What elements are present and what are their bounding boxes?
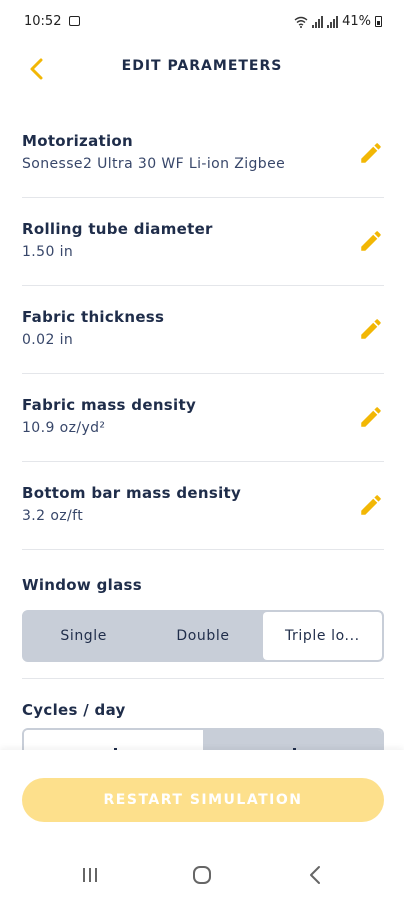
parameters-list: Motorization Sonesse2 Ultra 30 WF Li-ion…	[22, 110, 384, 550]
page-title: EDIT PARAMETERS	[121, 58, 283, 74]
battery-percent: 41%	[342, 14, 371, 29]
param-label: Rolling tube diameter	[22, 220, 213, 238]
cycles-label: Cycles / day	[22, 701, 126, 719]
system-navbar	[0, 850, 404, 900]
wifi-icon	[294, 16, 308, 28]
recent-apps-icon[interactable]	[75, 862, 105, 888]
param-label: Fabric thickness	[22, 308, 165, 326]
glass-option-double[interactable]: Double	[143, 612, 262, 660]
param-value: 3.2 oz/ft	[22, 508, 84, 524]
signal-icon-2	[327, 15, 339, 28]
param-row-fabric-thickness[interactable]: Fabric thickness 0.02 in	[22, 286, 384, 374]
param-value: Sonesse2 Ultra 30 WF Li-ion Zigbee	[22, 156, 286, 172]
param-row-bottom-bar-mass-density[interactable]: Bottom bar mass density 3.2 oz/ft	[22, 462, 384, 550]
param-label: Bottom bar mass density	[22, 484, 242, 502]
window-glass-section: Window glass Single Double Triple lo...	[22, 576, 384, 666]
home-icon[interactable]	[187, 862, 217, 888]
app-header: EDIT PARAMETERS	[0, 44, 404, 92]
param-label: Fabric mass density	[22, 396, 197, 414]
pencil-icon[interactable]	[358, 228, 384, 254]
glass-option-single[interactable]: Single	[24, 612, 143, 660]
cycles-section: Cycles / day	[22, 701, 384, 719]
back-icon[interactable]	[300, 862, 330, 888]
window-glass-label: Window glass	[22, 576, 142, 594]
pencil-icon[interactable]	[358, 140, 384, 166]
pencil-icon[interactable]	[358, 492, 384, 518]
restart-simulation-button[interactable]: RESTART SIMULATION	[22, 778, 384, 822]
battery-icon	[375, 16, 382, 27]
glass-option-triple[interactable]: Triple lo...	[262, 612, 382, 660]
param-value: 0.02 in	[22, 332, 74, 348]
param-row-fabric-mass-density[interactable]: Fabric mass density 10.9 oz/yd²	[22, 374, 384, 462]
pencil-icon[interactable]	[358, 316, 384, 342]
param-value: 1.50 in	[22, 244, 74, 260]
divider	[22, 678, 384, 679]
signal-icon-1	[312, 15, 324, 28]
window-glass-selector: Single Double Triple lo...	[22, 610, 384, 662]
status-bar: 10:52 41%	[0, 0, 404, 44]
param-label: Motorization	[22, 132, 133, 150]
image-notification-icon	[69, 16, 80, 26]
status-icons: 41%	[294, 14, 382, 29]
param-row-rolling-tube-diameter[interactable]: Rolling tube diameter 1.50 in	[22, 198, 384, 286]
pencil-icon[interactable]	[358, 404, 384, 430]
param-row-motorization[interactable]: Motorization Sonesse2 Ultra 30 WF Li-ion…	[22, 110, 384, 198]
status-time: 10:52	[24, 14, 62, 29]
param-value: 10.9 oz/yd²	[22, 420, 106, 436]
